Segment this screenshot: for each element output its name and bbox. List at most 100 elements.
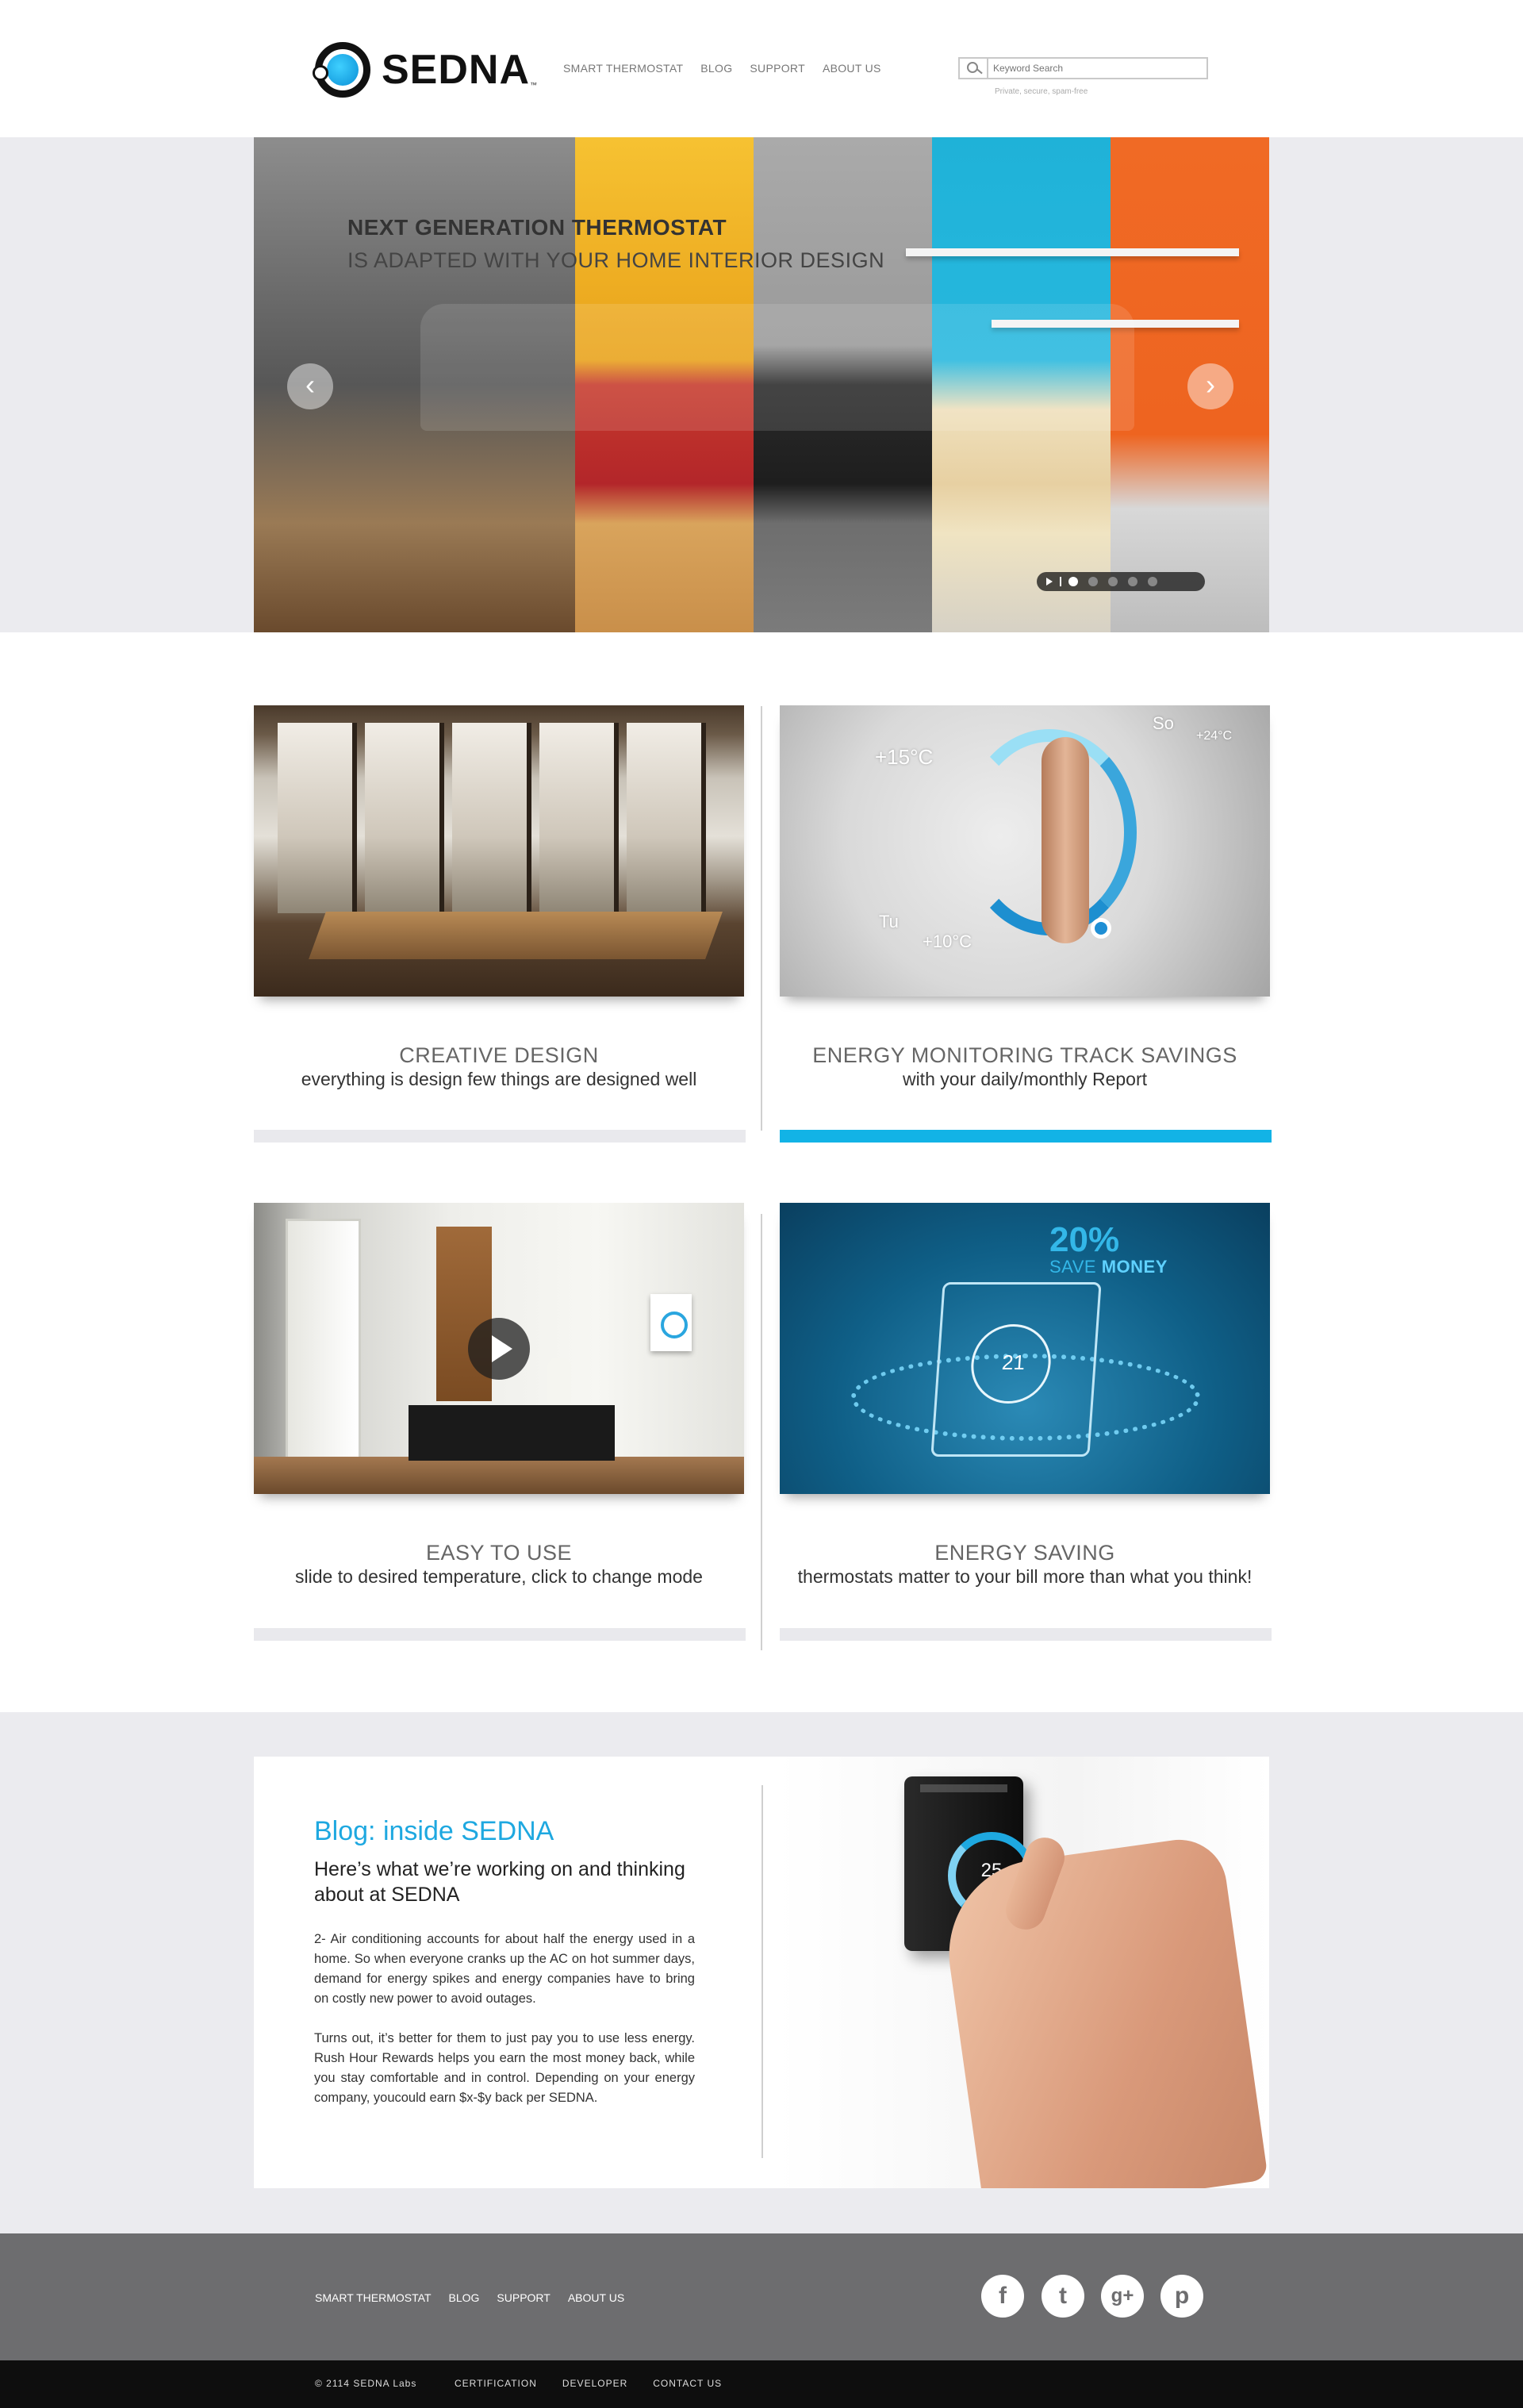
site-footer: SMART THERMOSTAT BLOG SUPPORT ABOUT US f… <box>0 2233 1523 2360</box>
blog-card: Blog: inside SEDNA Here’s what we’re wor… <box>254 1757 1269 2188</box>
search-box <box>958 57 1208 79</box>
feature-divider <box>761 1214 762 1650</box>
feature-title: CREATIVE DESIGN <box>399 1043 599 1067</box>
vase <box>547 1358 571 1405</box>
money-text: MONEY <box>1101 1257 1168 1277</box>
bottom-nav-contact-us[interactable]: CONTACT US <box>653 2378 722 2389</box>
pinterest-icon[interactable]: p <box>1160 2275 1203 2318</box>
google-plus-icon[interactable]: g+ <box>1101 2275 1144 2318</box>
shelf <box>906 248 1239 256</box>
slide-dot[interactable] <box>1088 577 1098 586</box>
main-nav: SMART THERMOSTAT BLOG SUPPORT ABOUT US <box>563 62 881 75</box>
footer-nav-blog[interactable]: BLOG <box>449 2291 480 2304</box>
feature-bar-active <box>780 1130 1272 1143</box>
search-icon[interactable] <box>960 59 988 78</box>
blog-paragraph: Turns out, it’s better for them to just … <box>314 2031 695 2105</box>
slide-dot[interactable] <box>1068 577 1078 586</box>
slider-prev-button[interactable]: ‹ <box>287 363 333 409</box>
facebook-icon[interactable]: f <box>981 2275 1024 2318</box>
device-temperature: 21 <box>1001 1350 1026 1374</box>
feature-bar <box>254 1628 746 1641</box>
save-percent: 20% <box>1049 1220 1120 1259</box>
desk <box>309 912 723 959</box>
feature-subtitle: everything is design few things are desi… <box>301 1069 697 1089</box>
save-money-label: SAVE MONEY <box>1049 1257 1168 1277</box>
slider-next-button[interactable]: › <box>1187 363 1233 409</box>
nav-smart-thermostat[interactable]: SMART THERMOSTAT <box>563 62 683 75</box>
feature-divider <box>761 706 762 1131</box>
footer-nav-about-us[interactable]: ABOUT US <box>568 2291 624 2304</box>
feature-image-energy-saving[interactable]: 20% SAVE MONEY 21 <box>780 1203 1270 1494</box>
floor <box>254 1457 744 1494</box>
temp-high-label: +15°C <box>875 745 934 769</box>
feature-image-office[interactable] <box>254 705 744 997</box>
feature-bar <box>254 1130 746 1143</box>
thermostat-device <box>650 1294 692 1351</box>
day-label: Tu <box>879 912 899 931</box>
temp-low-label: +10°C <box>923 931 972 951</box>
sofa-back <box>420 304 1134 431</box>
window <box>452 723 531 913</box>
blog-title[interactable]: Blog: inside SEDNA <box>314 1816 554 1847</box>
hero-subtitle: IS ADAPTED WITH YOUR HOME INTERIOR DESIG… <box>347 248 885 272</box>
feature-title: ENERGY MONITORING TRACK SAVINGS <box>812 1043 1237 1067</box>
slide-dot[interactable] <box>1148 577 1157 586</box>
thermostat-device: 21 <box>930 1282 1102 1457</box>
chevron-right-icon: › <box>1206 368 1215 401</box>
feature-title: ENERGY SAVING <box>934 1541 1115 1565</box>
feature-image-touch[interactable]: +15°C +10°C +24°C So Tu <box>780 705 1270 997</box>
slide-dot[interactable] <box>1108 577 1118 586</box>
window <box>365 723 444 913</box>
blog-image: 25 <box>777 1757 1269 2188</box>
bottom-nav-certification[interactable]: CERTIFICATION <box>455 2378 537 2389</box>
copyright: © 2114 SEDNA Labs <box>315 2378 417 2389</box>
bottom-bar: © 2114 SEDNA Labs CERTIFICATION DEVELOPE… <box>0 2360 1523 2408</box>
temperature-knob <box>1091 918 1111 939</box>
logo-text: SEDNA <box>382 47 531 93</box>
footer-nav: SMART THERMOSTAT BLOG SUPPORT ABOUT US <box>315 2291 624 2304</box>
hand <box>937 1834 1268 2188</box>
search-input[interactable] <box>988 63 1203 74</box>
sedna-logo-icon <box>313 42 370 98</box>
day-label: So <box>1153 713 1174 733</box>
window <box>539 723 619 913</box>
search: Private, secure, spam-free <box>958 57 1208 96</box>
nav-blog[interactable]: BLOG <box>700 62 732 75</box>
nav-about-us[interactable]: ABOUT US <box>823 62 881 75</box>
sedna-logo[interactable]: SEDNA ™ <box>313 41 537 98</box>
feature-title: EASY TO USE <box>425 1541 573 1565</box>
hero-title: NEXT GENERATION THERMOSTAT <box>347 215 727 240</box>
feature-image-hallway[interactable] <box>254 1203 744 1494</box>
window <box>278 723 357 913</box>
window <box>627 723 706 913</box>
search-note: Private, secure, spam-free <box>995 87 1088 96</box>
blog-divider <box>762 1785 763 2158</box>
footer-nav-smart-thermostat[interactable]: SMART THERMOSTAT <box>315 2291 432 2304</box>
console-table <box>409 1405 615 1461</box>
finger <box>1042 737 1089 943</box>
door <box>286 1219 361 1481</box>
slider-controls <box>1037 572 1205 591</box>
feature-subtitle: with your daily/monthly Report <box>902 1069 1148 1089</box>
nav-support[interactable]: SUPPORT <box>750 62 805 75</box>
play-icon[interactable] <box>1046 578 1053 586</box>
bottom-nav: CERTIFICATION DEVELOPER CONTACT US <box>455 2378 722 2389</box>
device-dial: 21 <box>968 1324 1053 1404</box>
sofa <box>373 304 1166 502</box>
blog-lead: Here’s what we’re working on and thinkin… <box>314 1858 685 1906</box>
feature-subtitle: thermostats matter to your bill more tha… <box>797 1566 1253 1587</box>
slide-dot[interactable] <box>1128 577 1137 586</box>
chevron-left-icon: ‹ <box>305 368 315 401</box>
site-header: SEDNA ™ SMART THERMOSTAT BLOG SUPPORT AB… <box>0 0 1523 137</box>
feature-subtitle: slide to desired temperature, click to c… <box>295 1566 703 1587</box>
blog-paragraph: 2- Air conditioning accounts for about h… <box>314 1932 695 2006</box>
slider-separator <box>1060 577 1061 586</box>
video-play-button[interactable] <box>468 1318 530 1380</box>
hero-slider: NEXT GENERATION THERMOSTAT IS ADAPTED WI… <box>254 137 1269 632</box>
feature-bar <box>780 1628 1272 1641</box>
footer-nav-support[interactable]: SUPPORT <box>497 2291 550 2304</box>
save-text: SAVE <box>1049 1257 1097 1277</box>
bottom-nav-developer[interactable]: DEVELOPER <box>562 2378 627 2389</box>
twitter-icon[interactable]: t <box>1042 2275 1084 2318</box>
temp-right-label: +24°C <box>1196 729 1233 743</box>
